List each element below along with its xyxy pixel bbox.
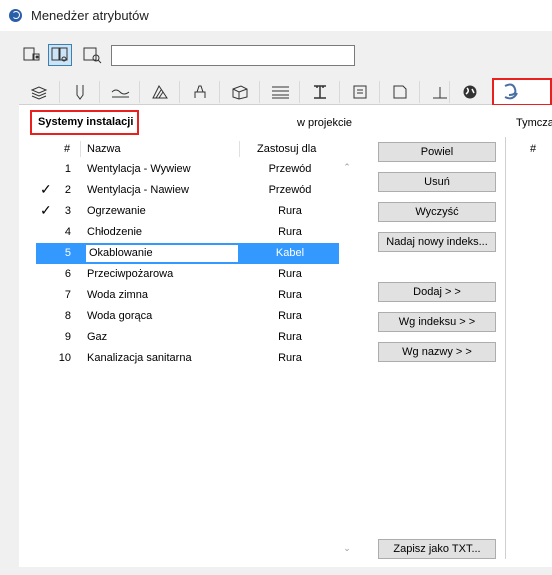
row-index: 4	[64, 226, 71, 238]
row-apply-to: Rura	[278, 310, 302, 322]
list-row[interactable]: 6 Przeciwpożarowa Rura	[36, 264, 339, 285]
view-dual-icon[interactable]	[48, 44, 72, 66]
add-button[interactable]: Dodaj > >	[378, 282, 496, 302]
section-title: Systemy instalacji	[30, 110, 139, 135]
list-row[interactable]: 9 Gaz Rura	[36, 327, 339, 348]
in-project-label: w projekcie	[297, 117, 353, 129]
temporary-label: Tymcza	[516, 117, 552, 129]
row-name: Przeciwpożarowa	[87, 268, 174, 280]
list-row[interactable]: 8 Woda gorąca Rura	[36, 306, 339, 327]
by-index-button[interactable]: Wg indeksu > >	[378, 312, 496, 332]
check-icon: ✓	[40, 202, 52, 218]
tab-lines-icon[interactable]	[99, 81, 139, 103]
view-search-icon[interactable]	[80, 44, 104, 66]
tab-composites-icon[interactable]	[259, 81, 299, 103]
check-icon: ✓	[40, 181, 52, 197]
row-apply-to: Rura	[278, 289, 302, 301]
row-apply-to: Rura	[278, 352, 302, 364]
list-row[interactable]: 1 Wentylacja - Wywiew Przewód	[36, 159, 339, 180]
save-txt-button[interactable]: Zapisz jako TXT...	[378, 539, 496, 559]
row-apply-to: Przewód	[268, 184, 312, 196]
row-name: Ogrzewanie	[87, 205, 146, 217]
row-index: 5	[64, 247, 71, 259]
row-apply-to: Przewód	[268, 163, 312, 175]
duplicate-button[interactable]: Powiel	[378, 142, 496, 162]
temporary-header-num: #	[530, 143, 537, 155]
list-row[interactable]: 7 Woda zimna Rura	[36, 285, 339, 306]
tab-profiles-icon[interactable]	[299, 81, 339, 103]
view-single-icon[interactable]	[20, 44, 44, 66]
delete-button[interactable]: Usuń	[378, 172, 496, 192]
row-apply-to: Kabel	[275, 247, 305, 259]
list-row[interactable]: 4 Chłodzenie Rura	[36, 222, 339, 243]
row-apply-to: Rura	[278, 205, 302, 217]
temporary-list[interactable]	[513, 139, 552, 559]
app-icon	[9, 9, 22, 22]
tab-globe-icon[interactable]	[449, 81, 489, 103]
row-index: 7	[64, 289, 71, 301]
row-apply-to: Rura	[278, 226, 302, 238]
by-name-button[interactable]: Wg nazwy > >	[378, 342, 496, 362]
tab-pens-icon[interactable]	[59, 81, 99, 103]
row-apply-to: Rura	[278, 268, 302, 280]
header-name[interactable]: Nazwa	[87, 143, 121, 155]
list-header: # Nazwa Zastosuj dla	[36, 139, 339, 159]
divider	[505, 137, 506, 559]
row-name: Woda gorąca	[87, 310, 153, 322]
header-separator	[239, 141, 240, 157]
list-row[interactable]: ✓ 3 Ogrzewanie Rura	[36, 201, 339, 222]
clear-button[interactable]: Wyczyść	[378, 202, 496, 222]
row-index: 3	[64, 205, 71, 217]
tab-surfaces-icon[interactable]	[179, 81, 219, 103]
row-index: 10	[58, 352, 71, 364]
row-name: Wentylacja - Wywiew	[87, 163, 191, 175]
reindex-button[interactable]: Nadaj nowy indeks...	[378, 232, 496, 252]
row-index: 9	[64, 331, 71, 343]
row-name-edit-field[interactable]: Okablowanie	[85, 244, 239, 263]
list-row[interactable]: 5 Okablowanie Kabel	[36, 243, 339, 264]
row-index: 6	[64, 268, 71, 280]
tab-building-materials-icon[interactable]	[219, 81, 259, 103]
window-title: Menedżer atrybutów	[31, 8, 149, 23]
header-separator	[80, 141, 81, 157]
row-name: Gaz	[87, 331, 108, 343]
row-name: Kanalizacja sanitarna	[87, 352, 192, 364]
row-index: 1	[64, 163, 71, 175]
list-row[interactable]: 10 Kanalizacja sanitarna Rura	[36, 348, 339, 369]
row-name: Wentylacja - Nawiew	[87, 184, 189, 196]
list-row[interactable]: ✓ 2 Wentylacja - Nawiew Przewód	[36, 180, 339, 201]
scroll-down-icon[interactable]: ⌄	[340, 543, 354, 554]
header-num[interactable]: #	[64, 143, 70, 155]
filter-input[interactable]	[111, 45, 355, 66]
row-apply-to: Rura	[278, 331, 302, 343]
row-index: 2	[64, 184, 71, 196]
row-name: Woda zimna	[87, 289, 148, 301]
tab-fills-icon[interactable]	[139, 81, 179, 103]
tab-mep-systems-icon[interactable]	[492, 78, 552, 106]
tab-layers-icon[interactable]	[19, 81, 59, 103]
header-apply-to[interactable]: Zastosuj dla	[257, 143, 316, 155]
row-name: Chłodzenie	[87, 226, 143, 238]
row-index: 8	[64, 310, 71, 322]
scroll-up-icon[interactable]: ⌃	[340, 162, 354, 173]
tab-markup-icon[interactable]	[379, 81, 419, 103]
tab-zones-icon[interactable]	[339, 81, 379, 103]
